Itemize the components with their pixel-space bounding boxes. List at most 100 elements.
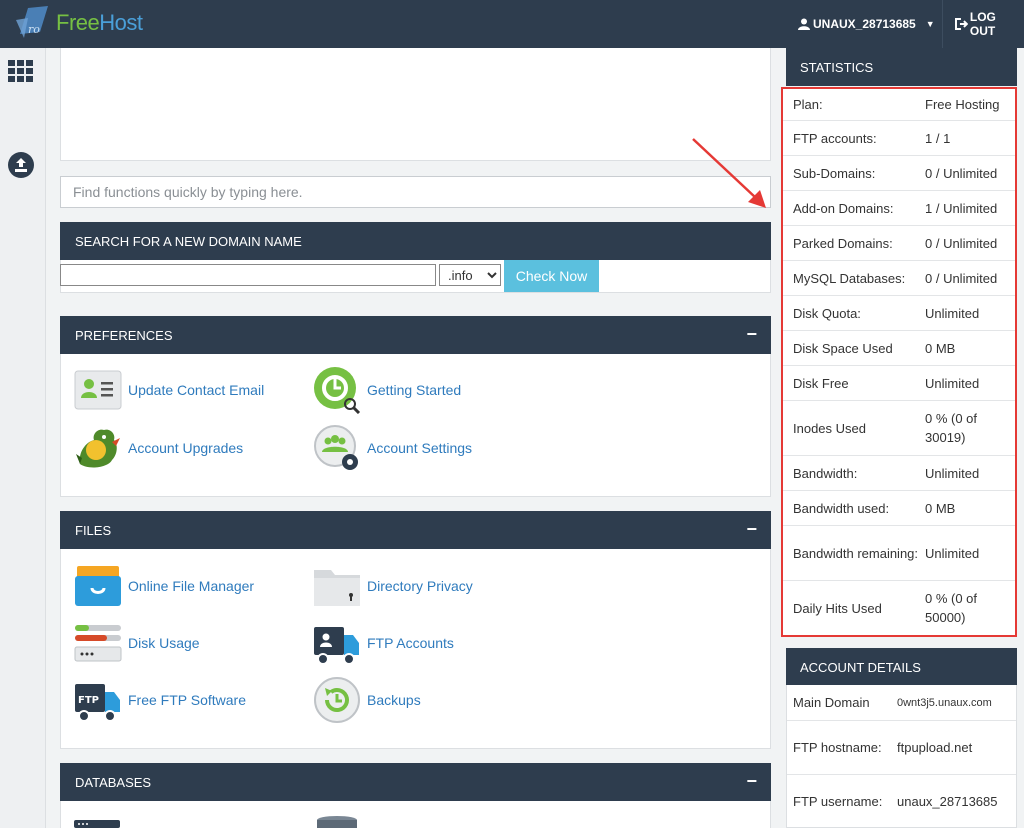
- stat-value: Free Hosting: [925, 97, 1000, 112]
- account-upgrades-link[interactable]: Account Upgrades: [74, 424, 243, 472]
- account-key: Main Domain: [793, 695, 870, 710]
- account-settings-link[interactable]: Account Settings: [313, 424, 472, 472]
- stat-key: Inodes Used: [793, 420, 866, 436]
- account-value: unaux_28713685: [897, 794, 998, 809]
- ftp-accounts-link[interactable]: FTP Accounts: [313, 619, 454, 667]
- stat-key: Sub-Domains:: [793, 165, 876, 181]
- stat-key: Bandwidth used:: [793, 500, 890, 516]
- check-now-button[interactable]: Check Now: [504, 260, 599, 292]
- files-title: FILES: [75, 522, 112, 538]
- stat-value: 0 / Unlimited: [925, 165, 998, 181]
- brand-name[interactable]: FreeHost: [56, 10, 143, 36]
- stat-row: Inodes Used 0 % (0 of 30019): [783, 401, 1015, 456]
- brand-free: Free: [56, 10, 100, 35]
- statistics-title: STATISTICS: [800, 59, 874, 75]
- dragon-icon: [76, 429, 120, 468]
- account-row: Main Domain 0wnt3j5.unaux.com: [787, 685, 1016, 721]
- preferences-title: PREFERENCES: [75, 327, 173, 343]
- freehost-logo-icon[interactable]: ro: [14, 4, 50, 40]
- collapse-minus-icon[interactable]: −: [746, 771, 757, 792]
- stat-key: Parked Domains:: [793, 235, 893, 251]
- domain-name-input[interactable]: [60, 264, 436, 286]
- databases-title: DATABASES: [75, 774, 152, 790]
- stat-value: 0 / Unlimited: [925, 235, 998, 251]
- stat-key: Bandwidth:: [793, 465, 858, 481]
- statistics-header: STATISTICS: [786, 48, 1017, 86]
- getting-started-link[interactable]: Getting Started: [313, 366, 461, 414]
- logout-label: LOG OUT: [969, 10, 996, 38]
- free-ftp-software-label: Free FTP Software: [128, 692, 247, 708]
- stat-key: Disk Space Used: [793, 340, 893, 356]
- domain-search-title: SEARCH FOR A NEW DOMAIN NAME: [75, 233, 302, 249]
- database-tool-icon[interactable]: [74, 818, 120, 828]
- online-file-manager-link[interactable]: Online File Manager: [74, 562, 254, 610]
- red-arrow-annotation: [692, 138, 766, 208]
- getting-started-label: Getting Started: [367, 382, 462, 398]
- stat-key: FTP accounts:: [793, 130, 877, 146]
- quick-search-input[interactable]: [60, 176, 771, 208]
- statistics-table: Plan: Free Hosting FTP accounts: 1 / 1 Sub…: [781, 87, 1017, 637]
- stat-row: Disk Free Unlimited: [783, 366, 1015, 401]
- database-cylinder-icon[interactable]: [316, 815, 358, 828]
- user-menu[interactable]: UNAUX_28713685 ▼: [798, 0, 935, 48]
- account-details-table: Main Domain 0wnt3j5.unaux.com FTP hostnam…: [786, 685, 1017, 828]
- preferences-header[interactable]: PREFERENCES −: [60, 316, 771, 354]
- update-contact-email-link[interactable]: Update Contact Email: [74, 366, 264, 414]
- contact-card-icon: [74, 370, 122, 410]
- stat-row: Daily Hits Used 0 % (0 of 50000): [783, 581, 1015, 635]
- files-header[interactable]: FILES −: [60, 511, 771, 549]
- ftp-accounts-label: FTP Accounts: [367, 635, 454, 651]
- top-content-panel: [60, 48, 771, 161]
- tld-select[interactable]: .info: [439, 264, 501, 286]
- stat-row: Bandwidth: Unlimited: [783, 456, 1015, 491]
- apps-grid-icon[interactable]: [8, 60, 34, 82]
- top-bar: ro FreeHost UNAUX_28713685 ▼ LOG OUT: [0, 0, 1024, 48]
- stat-value: 0 % (0 of 30019): [925, 411, 978, 445]
- disk-usage-icon: [74, 625, 122, 662]
- left-sidebar: [0, 48, 46, 828]
- stat-key: Disk Free: [793, 375, 849, 391]
- stat-value: 0 / Unlimited: [925, 270, 998, 286]
- stat-row: FTP accounts: 1 / 1: [783, 121, 1015, 156]
- file-manager-icon: [75, 566, 121, 606]
- logout-button[interactable]: LOG OUT: [955, 0, 1024, 48]
- stat-value: 0 MB: [925, 340, 956, 356]
- ftp-truck-icon: FTP: [75, 684, 120, 722]
- directory-privacy-link[interactable]: Directory Privacy: [313, 562, 473, 610]
- account-value: ftpupload.net: [897, 740, 973, 755]
- stat-key: Bandwidth remaining:: [793, 545, 919, 561]
- svg-text:FTP: FTP: [78, 695, 99, 706]
- online-file-manager-label: Online File Manager: [128, 578, 255, 594]
- backups-label: Backups: [367, 692, 421, 708]
- upload-icon[interactable]: [8, 152, 34, 178]
- account-row: FTP username: unaux_28713685: [787, 775, 1016, 828]
- svg-text:ro: ro: [28, 23, 40, 36]
- backups-link[interactable]: Backups: [313, 676, 421, 724]
- getting-started-icon: [314, 367, 361, 414]
- username-label: UNAUX_28713685: [813, 17, 916, 31]
- account-settings-icon: [314, 425, 358, 470]
- databases-header[interactable]: DATABASES −: [60, 763, 771, 801]
- stat-row: MySQL Databases: 0 / Unlimited: [783, 261, 1015, 296]
- stat-row: Plan: Free Hosting: [783, 89, 1015, 121]
- account-value: 0wnt3j5.unaux.com: [897, 696, 992, 709]
- collapse-minus-icon[interactable]: −: [746, 519, 757, 540]
- stat-row: Disk Quota: Unlimited: [783, 296, 1015, 331]
- stat-row: Disk Space Used 0 MB: [783, 331, 1015, 366]
- collapse-minus-icon[interactable]: −: [746, 324, 757, 345]
- free-ftp-software-link[interactable]: FTP Free FTP Software: [74, 676, 246, 724]
- stat-key: Add-on Domains:: [793, 200, 894, 216]
- account-details-title: ACCOUNT DETAILS: [800, 659, 921, 675]
- folder-lock-icon: [314, 570, 360, 606]
- header-divider: [942, 0, 943, 48]
- stat-value: Unlimited: [925, 465, 980, 481]
- stat-key: Disk Quota:: [793, 305, 861, 321]
- stat-row: Add-on Domains: 1 / Unlimited: [783, 191, 1015, 226]
- account-key: FTP hostname:: [793, 740, 882, 755]
- account-settings-label: Account Settings: [367, 440, 473, 456]
- stat-value: Unlimited: [925, 375, 980, 391]
- stat-value: 0 MB: [925, 500, 956, 516]
- account-row: FTP hostname: ftpupload.net: [787, 721, 1016, 775]
- stat-row: Bandwidth remaining: Unlimited: [783, 526, 1015, 581]
- disk-usage-link[interactable]: Disk Usage: [74, 619, 200, 667]
